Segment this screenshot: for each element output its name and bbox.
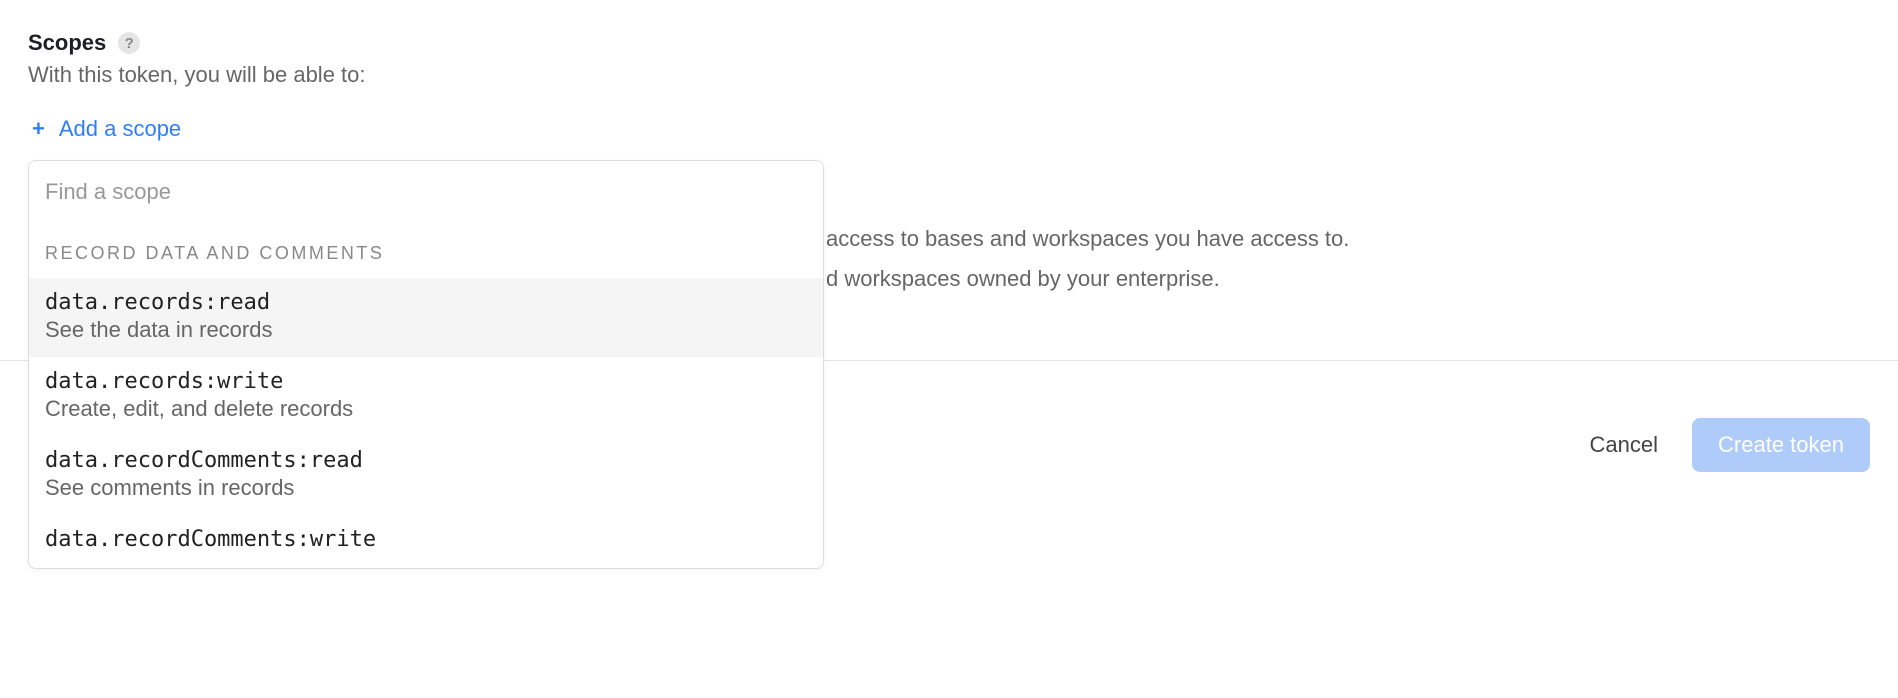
background-text-line2: d workspaces owned by your enterprise.	[826, 266, 1220, 292]
add-scope-button[interactable]: + Add a scope	[28, 116, 181, 142]
footer-actions: Cancel Create token	[1590, 418, 1870, 472]
scope-item[interactable]: data.records:readSee the data in records	[29, 278, 823, 357]
plus-icon: +	[32, 116, 45, 142]
scope-item[interactable]: data.recordComments:readSee comments in …	[29, 436, 823, 515]
help-icon[interactable]: ?	[118, 32, 140, 54]
cancel-button[interactable]: Cancel	[1590, 432, 1658, 458]
scope-item-name: data.recordComments:write	[45, 527, 807, 552]
scope-dropdown: RECORD DATA AND COMMENTS data.records:re…	[28, 160, 824, 569]
add-scope-label: Add a scope	[59, 116, 181, 142]
scope-item-name: data.recordComments:read	[45, 448, 807, 473]
create-token-button[interactable]: Create token	[1692, 418, 1870, 472]
scope-group-header: RECORD DATA AND COMMENTS	[29, 219, 823, 278]
scope-item-desc: Create, edit, and delete records	[45, 396, 807, 422]
scope-item-name: data.records:read	[45, 290, 807, 315]
scope-item-desc: See the data in records	[45, 317, 807, 343]
scope-item-name: data.records:write	[45, 369, 807, 394]
scope-item[interactable]: data.recordComments:write	[29, 515, 823, 568]
scope-item-desc: See comments in records	[45, 475, 807, 501]
scopes-subtitle: With this token, you will be able to:	[28, 62, 1870, 88]
background-text-line1: access to bases and workspaces you have …	[826, 226, 1349, 252]
scope-item[interactable]: data.records:writeCreate, edit, and dele…	[29, 357, 823, 436]
scopes-title: Scopes	[28, 30, 106, 56]
scope-search-input[interactable]	[29, 161, 823, 219]
